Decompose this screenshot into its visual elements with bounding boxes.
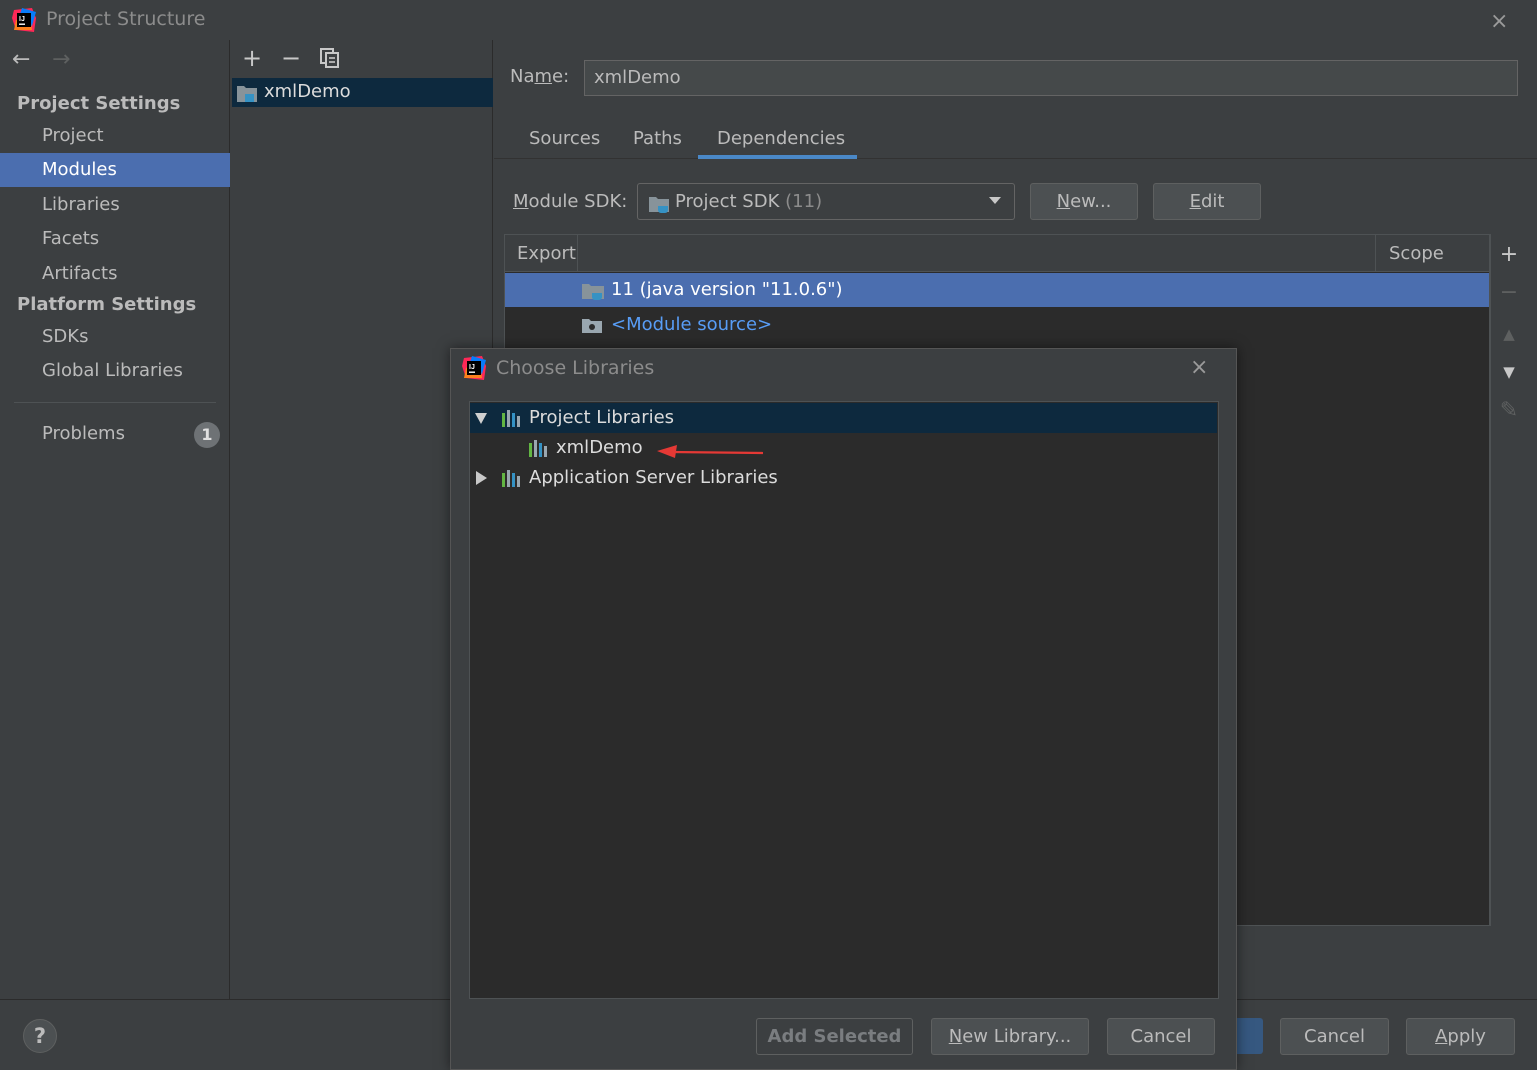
edit-sdk-button[interactable]: Edit bbox=[1153, 183, 1261, 220]
project-settings-header: Project Settings bbox=[17, 93, 181, 114]
apply-button[interactable]: Apply bbox=[1406, 1018, 1515, 1055]
remove-dependency-button[interactable]: − bbox=[1497, 281, 1521, 305]
new-library-button[interactable]: New Library... bbox=[931, 1018, 1089, 1055]
intellij-logo-icon: IJ bbox=[462, 356, 486, 380]
sidebar-item-global-libraries[interactable]: Global Libraries bbox=[0, 354, 230, 388]
title-bar bbox=[0, 0, 1537, 40]
annotation-arrow-icon bbox=[657, 445, 764, 458]
move-up-icon[interactable]: ▲ bbox=[1497, 322, 1521, 346]
edit-pencil-icon[interactable]: ✎ bbox=[1497, 399, 1521, 423]
cancel-button[interactable]: Cancel bbox=[1280, 1018, 1389, 1055]
collapse-toggle-icon[interactable] bbox=[476, 471, 487, 485]
tab-paths[interactable]: Paths bbox=[633, 128, 682, 149]
platform-settings-header: Platform Settings bbox=[17, 294, 197, 315]
sdk-selected-value: Project SDK (11) bbox=[675, 191, 822, 212]
dialog-title: Choose Libraries bbox=[496, 357, 655, 379]
new-sdk-button[interactable]: New... bbox=[1030, 183, 1138, 220]
module-source-link[interactable]: <Module source> bbox=[611, 314, 772, 335]
back-arrow-icon[interactable]: ← bbox=[12, 47, 30, 72]
sdk-version: (11) bbox=[785, 191, 823, 212]
move-down-icon[interactable]: ▼ bbox=[1497, 360, 1521, 384]
remove-module-button[interactable]: − bbox=[278, 45, 304, 71]
intellij-logo-icon: IJ bbox=[12, 8, 36, 32]
expand-toggle-icon[interactable] bbox=[475, 413, 487, 424]
scope-column-header[interactable]: Scope bbox=[1389, 243, 1444, 264]
module-name-field[interactable]: xmlDemo bbox=[584, 60, 1518, 96]
close-window-icon[interactable]: × bbox=[1490, 9, 1508, 34]
add-selected-button[interactable]: Add Selected bbox=[756, 1018, 913, 1055]
application-server-libraries-node[interactable]: Application Server Libraries bbox=[529, 467, 778, 488]
svg-text:IJ: IJ bbox=[469, 364, 475, 371]
forward-arrow-icon[interactable]: → bbox=[52, 47, 70, 72]
problems-count-badge: 1 bbox=[194, 422, 220, 448]
add-module-button[interactable]: + bbox=[239, 45, 265, 71]
tab-sources[interactable]: Sources bbox=[529, 128, 600, 149]
name-label: Name: bbox=[510, 66, 570, 87]
tabs-divider bbox=[494, 158, 1537, 159]
module-source-icon bbox=[582, 319, 602, 333]
svg-text:IJ: IJ bbox=[19, 16, 25, 23]
sidebar-item-libraries[interactable]: Libraries bbox=[0, 188, 230, 222]
active-tab-indicator bbox=[698, 155, 857, 159]
close-dialog-icon[interactable]: × bbox=[1190, 355, 1208, 380]
project-libraries-node[interactable]: Project Libraries bbox=[529, 407, 674, 428]
xmldemo-library-item[interactable]: xmlDemo bbox=[556, 437, 643, 458]
libraries-tree bbox=[469, 401, 1219, 999]
sdk-folder-icon bbox=[649, 197, 669, 213]
help-button[interactable]: ? bbox=[23, 1019, 57, 1053]
chevron-down-icon bbox=[989, 197, 1001, 204]
sidebar-item-modules[interactable]: Modules bbox=[0, 153, 230, 187]
library-icon bbox=[502, 410, 520, 427]
jdk-folder-icon bbox=[582, 284, 604, 300]
jdk-dependency-label: 11 (java version "11.0.6") bbox=[611, 279, 843, 300]
export-column-header[interactable]: Export bbox=[517, 243, 576, 264]
sidebar-item-facets[interactable]: Facets bbox=[0, 222, 230, 256]
column-separator[interactable] bbox=[1375, 235, 1376, 272]
library-icon bbox=[502, 470, 520, 487]
sidebar-item-sdks[interactable]: SDKs bbox=[0, 320, 230, 354]
dialog-cancel-button[interactable]: Cancel bbox=[1107, 1018, 1215, 1055]
library-icon bbox=[529, 440, 547, 457]
add-dependency-button[interactable]: + bbox=[1497, 243, 1521, 267]
copy-module-icon[interactable] bbox=[319, 47, 341, 69]
window-title: Project Structure bbox=[46, 8, 206, 30]
sidebar-item-project[interactable]: Project bbox=[0, 119, 230, 153]
sidebar-item-artifacts[interactable]: Artifacts bbox=[0, 257, 230, 291]
tab-dependencies[interactable]: Dependencies bbox=[717, 128, 845, 149]
module-name-label: xmlDemo bbox=[264, 81, 351, 102]
module-folder-icon bbox=[237, 86, 257, 102]
column-separator[interactable] bbox=[577, 235, 578, 272]
ok-button[interactable] bbox=[1236, 1018, 1263, 1054]
sdk-name: Project SDK bbox=[675, 191, 780, 212]
module-sdk-label: Module SDK: bbox=[513, 191, 628, 212]
table-header bbox=[505, 235, 1489, 272]
sidebar-divider bbox=[14, 402, 216, 403]
